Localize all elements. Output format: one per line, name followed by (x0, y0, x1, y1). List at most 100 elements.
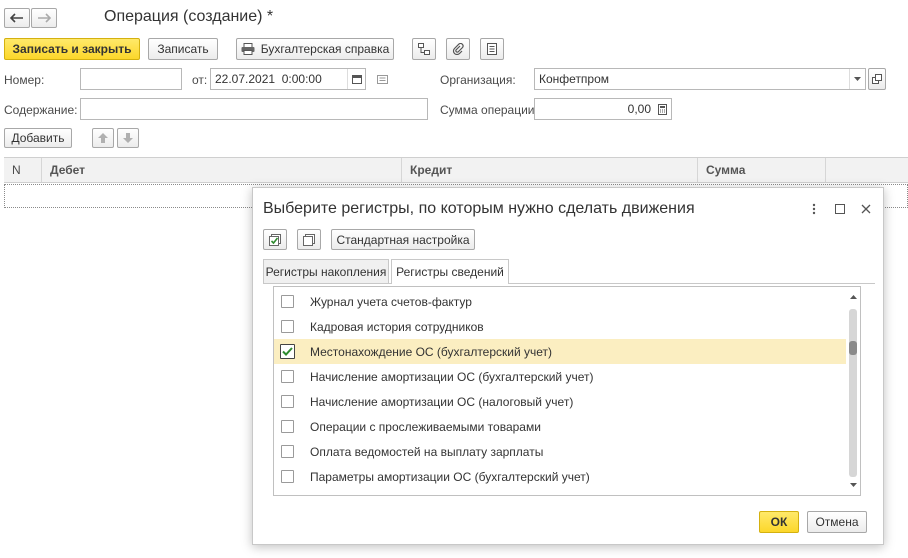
tab-divider (263, 283, 875, 284)
scrollbar-track[interactable] (849, 309, 857, 477)
tab-accumulation-registers[interactable]: Регистры накопления (263, 259, 389, 283)
register-label: Оплата ведомостей на выплату зарплаты (310, 444, 544, 459)
list-item[interactable]: Журнал учета счетов-фактур (274, 289, 846, 314)
calendar-button[interactable] (347, 69, 365, 89)
register-checkbox[interactable] (281, 470, 294, 483)
more-vertical-icon (812, 203, 816, 215)
calculator-button[interactable] (653, 99, 671, 119)
register-checkbox[interactable] (281, 295, 294, 308)
list-item[interactable]: Начисление амортизации ОС (бухгалтерский… (274, 364, 846, 389)
table-header: N Дебет Кредит Сумма (4, 157, 908, 183)
arrow-right-icon (37, 13, 51, 23)
tab-label: Регистры сведений (396, 265, 504, 279)
save-and-close-button[interactable]: Записать и закрыть (4, 38, 140, 60)
paperclip-icon (452, 43, 464, 55)
scrollbar-thumb[interactable] (849, 341, 857, 355)
cancel-button[interactable]: Отмена (807, 511, 867, 533)
list-item[interactable]: Кадровая история сотрудников (274, 314, 846, 339)
structure-button[interactable] (412, 38, 436, 60)
check-all-button[interactable] (263, 229, 287, 250)
close-icon (861, 204, 871, 214)
number-field[interactable] (80, 68, 182, 90)
check-all-icon (269, 233, 281, 246)
report-button[interactable] (480, 38, 504, 60)
organization-field[interactable]: Конфетпром (534, 68, 866, 90)
calendar-icon (351, 74, 362, 84)
tab-label: Регистры накопления (265, 264, 387, 279)
date-label: от: (192, 73, 208, 87)
sum-field[interactable]: 0,00 (534, 98, 672, 120)
register-label: Начисление амортизации ОС (бухгалтерский… (310, 369, 594, 384)
history-list-icon (376, 74, 388, 84)
scroll-up-arrow[interactable] (850, 295, 857, 299)
register-label: Кадровая история сотрудников (310, 319, 484, 334)
column-header-debit[interactable]: Дебет (42, 158, 402, 182)
register-checkbox[interactable] (281, 395, 294, 408)
printer-icon (241, 43, 255, 55)
register-checkbox[interactable] (281, 445, 294, 458)
save-button[interactable]: Записать (148, 38, 218, 60)
list-scrollbar[interactable] (848, 287, 860, 495)
list-item-selected[interactable]: Местонахождение ОС (бухгалтерский учет) (274, 339, 846, 364)
open-window-icon (872, 74, 882, 84)
chevron-down-icon (854, 77, 861, 81)
register-label: Операции с прослеживаемыми товарами (310, 419, 541, 434)
dialog-close-button[interactable] (857, 200, 875, 218)
page-title: Операция (создание) * (104, 8, 274, 25)
date-value: 22.07.2021 0:00:00 (215, 72, 322, 86)
forward-button[interactable] (31, 8, 57, 28)
organization-label: Организация: (440, 73, 516, 87)
register-checkbox[interactable] (281, 370, 294, 383)
standard-settings-button[interactable]: Стандартная настройка (331, 229, 475, 250)
accounting-report-button[interactable]: Бухгалтерская справка (236, 38, 394, 60)
register-checkbox-checked[interactable] (280, 344, 295, 359)
register-label: Начисление амортизации ОС (налоговый уче… (310, 394, 574, 409)
date-field[interactable]: 22.07.2021 0:00:00 (210, 68, 366, 90)
add-row-button[interactable]: Добавить (4, 128, 72, 148)
dialog-title: Выберите регистры, по которым нужно сдел… (263, 200, 695, 217)
register-label: Местонахождение ОС (бухгалтерский учет) (310, 344, 553, 359)
arrow-down-icon (123, 133, 133, 143)
arrow-left-icon (10, 13, 24, 23)
hierarchy-icon (418, 43, 430, 55)
accounting-report-label: Бухгалтерская справка (260, 42, 390, 56)
scroll-down-arrow[interactable] (850, 483, 857, 487)
register-selection-dialog: Выберите регистры, по которым нужно сдел… (252, 187, 884, 545)
register-label: Журнал учета счетов-фактур (310, 294, 472, 309)
document-list-icon (487, 43, 497, 55)
sum-label: Сумма операции: (440, 103, 538, 117)
uncheck-all-icon (303, 233, 315, 246)
organization-open-button[interactable] (868, 68, 886, 90)
column-header-n[interactable]: N (4, 158, 42, 182)
arrow-up-icon (98, 133, 108, 143)
history-button[interactable] (374, 71, 390, 87)
ok-button[interactable]: ОК (759, 511, 799, 533)
register-list[interactable]: Журнал учета счетов-фактур Кадровая исто… (273, 286, 861, 496)
sum-value: 0,00 (627, 102, 651, 116)
move-up-button[interactable] (92, 128, 114, 148)
organization-value: Конфетпром (539, 72, 610, 86)
dialog-more-button[interactable] (805, 200, 823, 218)
move-down-button[interactable] (117, 128, 139, 148)
uncheck-all-button[interactable] (297, 229, 321, 250)
register-checkbox[interactable] (281, 420, 294, 433)
number-label: Номер: (4, 73, 45, 87)
list-item[interactable]: Операции с прослеживаемыми товарами (274, 414, 846, 439)
content-field[interactable] (80, 98, 428, 120)
content-label: Содержание: (4, 103, 78, 117)
attach-file-button[interactable] (446, 38, 470, 60)
register-label: Параметры амортизации ОС (бухгалтерский … (310, 469, 590, 484)
organization-dropdown-button[interactable] (849, 69, 865, 89)
maximize-icon (835, 204, 845, 214)
dialog-maximize-button[interactable] (831, 200, 849, 218)
tab-information-registers[interactable]: Регистры сведений (391, 259, 509, 284)
list-item[interactable]: Параметры амортизации ОС (бухгалтерский … (274, 464, 846, 489)
checkmark-icon (282, 347, 293, 356)
column-header-credit[interactable]: Кредит (402, 158, 698, 182)
column-header-sum[interactable]: Сумма (698, 158, 826, 182)
calculator-icon (657, 103, 667, 115)
back-button[interactable] (4, 8, 30, 28)
list-item[interactable]: Начисление амортизации ОС (налоговый уче… (274, 389, 846, 414)
register-checkbox[interactable] (281, 320, 294, 333)
list-item[interactable]: Оплата ведомостей на выплату зарплаты (274, 439, 846, 464)
